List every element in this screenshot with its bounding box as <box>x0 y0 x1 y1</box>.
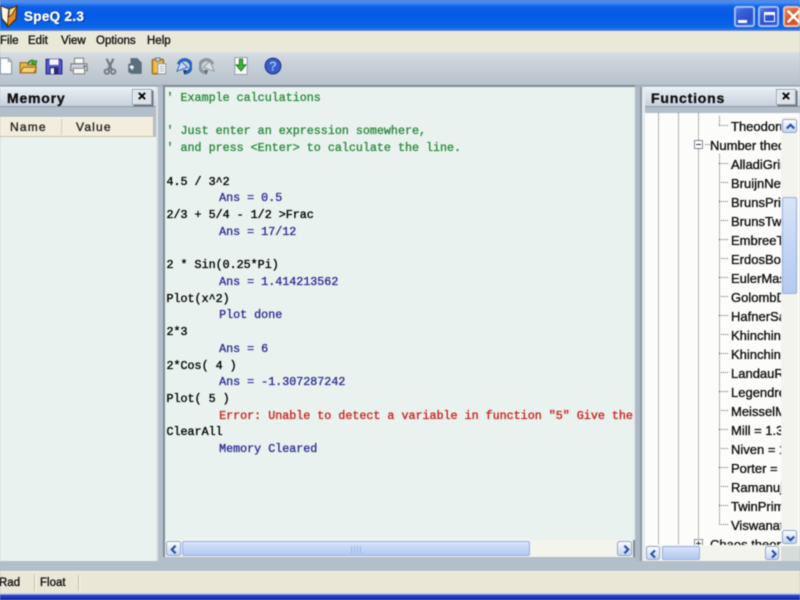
svg-text:?: ? <box>269 59 277 74</box>
